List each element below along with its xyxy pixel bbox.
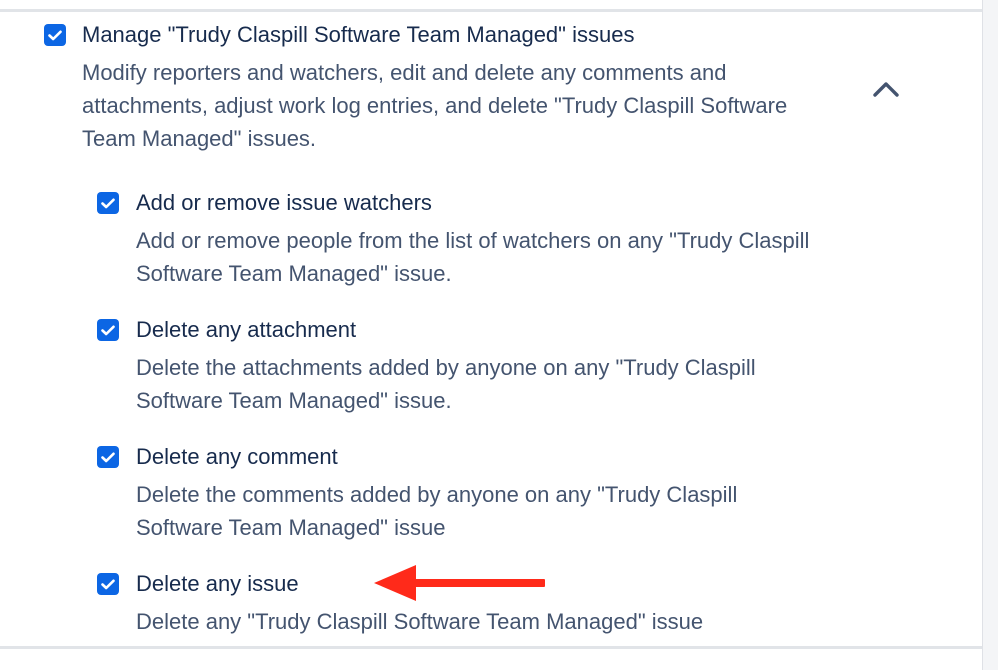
checkmark-icon <box>48 30 62 40</box>
delete-comment-description: Delete the comments added by anyone on a… <box>136 482 738 540</box>
delete-attachment-title: Delete any attachment <box>136 317 357 342</box>
checkmark-icon <box>101 452 115 462</box>
add-remove-watchers-checkbox[interactable] <box>97 192 119 214</box>
top-divider <box>0 9 982 12</box>
delete-issue-title: Delete any issue <box>136 571 299 596</box>
delete-comment-checkbox[interactable] <box>97 446 119 468</box>
checkmark-icon <box>101 325 115 335</box>
chevron-up-icon[interactable] <box>872 78 900 100</box>
red-arrow-left-icon <box>374 565 545 601</box>
delete-issue-description: Delete any "Trudy Claspill Software Team… <box>136 609 704 634</box>
delete-attachment-description: Delete the attachments added by anyone o… <box>136 355 756 413</box>
bottom-divider <box>0 646 982 649</box>
manage-issues-description: Modify reporters and watchers, edit and … <box>82 60 788 151</box>
manage-issues-checkbox[interactable] <box>44 24 66 46</box>
add-remove-watchers-title: Add or remove issue watchers <box>136 190 432 215</box>
delete-comment-title: Delete any comment <box>136 444 338 469</box>
adjacent-panel-edge <box>982 0 998 670</box>
delete-issue-checkbox[interactable] <box>97 573 119 595</box>
checkmark-icon <box>101 579 115 589</box>
delete-attachment-checkbox[interactable] <box>97 319 119 341</box>
permission-panel: Manage "Trudy Claspill Software Team Man… <box>0 0 998 670</box>
manage-issues-title: Manage "Trudy Claspill Software Team Man… <box>82 22 635 47</box>
checkmark-icon <box>101 198 115 208</box>
add-remove-watchers-description: Add or remove people from the list of wa… <box>136 228 810 286</box>
